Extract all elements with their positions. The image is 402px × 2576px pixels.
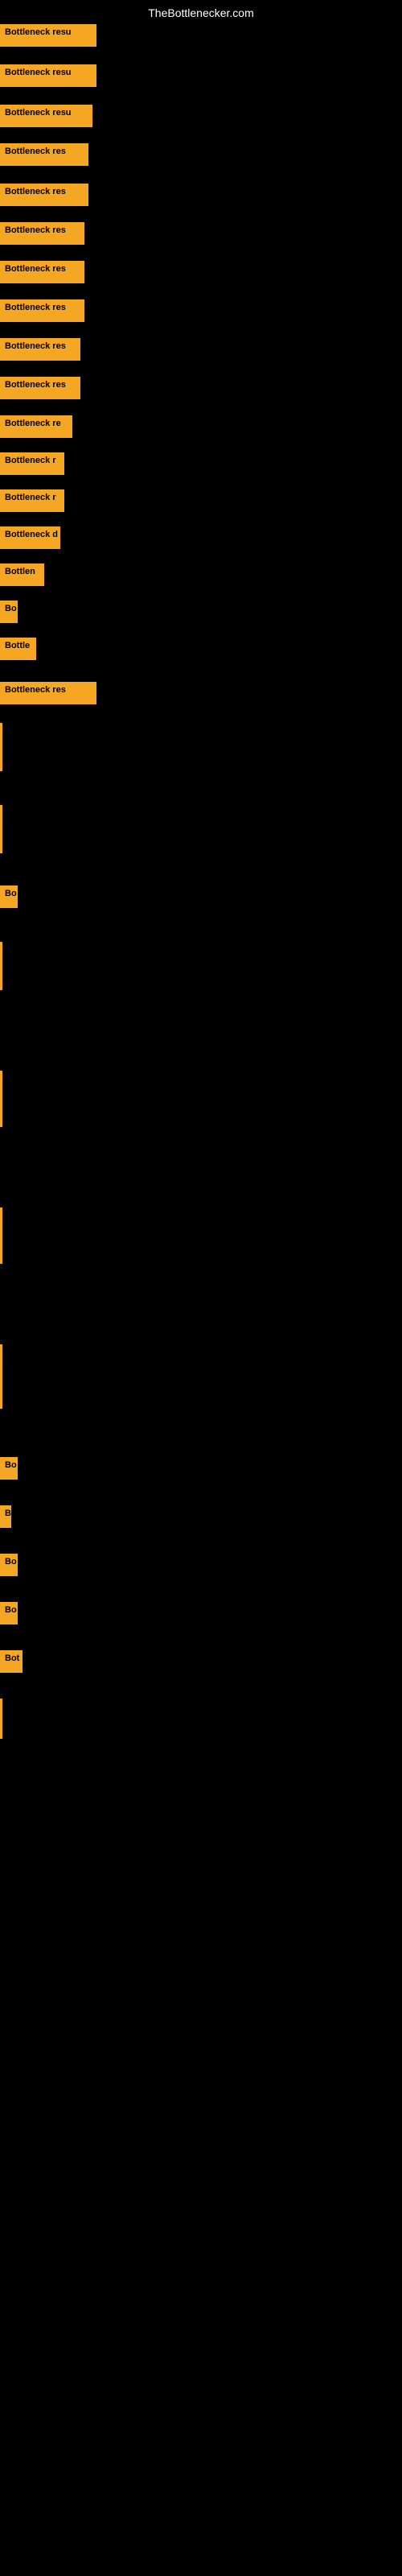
bottleneck-item-15[interactable]: Bottlen xyxy=(0,564,44,586)
bottleneck-item-28[interactable]: Bo xyxy=(0,1554,18,1576)
bottleneck-item-18[interactable]: Bottleneck res xyxy=(0,682,96,704)
bottleneck-item-24[interactable] xyxy=(0,1208,2,1264)
bottleneck-item-19[interactable] xyxy=(0,723,2,771)
bottleneck-item-17[interactable]: Bottle xyxy=(0,638,36,660)
bottleneck-item-7[interactable]: Bottleneck res xyxy=(0,261,84,283)
bottleneck-item-22[interactable] xyxy=(0,942,2,990)
bottleneck-item-9[interactable]: Bottleneck res xyxy=(0,338,80,361)
bottleneck-item-20[interactable] xyxy=(0,805,2,853)
bottleneck-item-11[interactable]: Bottleneck re xyxy=(0,415,72,438)
site-title: TheBottlenecker.com xyxy=(148,6,254,19)
bottleneck-item-8[interactable]: Bottleneck res xyxy=(0,299,84,322)
bottleneck-item-27[interactable]: B xyxy=(0,1505,11,1528)
bottleneck-item-21[interactable]: Bo xyxy=(0,886,18,908)
bottleneck-item-25[interactable] xyxy=(0,1344,2,1409)
bottleneck-item-4[interactable]: Bottleneck res xyxy=(0,143,88,166)
bottleneck-item-13[interactable]: Bottleneck r xyxy=(0,489,64,512)
bottleneck-item-10[interactable]: Bottleneck res xyxy=(0,377,80,399)
bottleneck-item-14[interactable]: Bottleneck d xyxy=(0,526,60,549)
bottleneck-item-29[interactable]: Bo xyxy=(0,1602,18,1624)
bottleneck-item-16[interactable]: Bo xyxy=(0,601,18,623)
bottleneck-item-30[interactable]: Bot xyxy=(0,1650,23,1673)
bottleneck-item-1[interactable]: Bottleneck resu xyxy=(0,24,96,47)
bottleneck-item-12[interactable]: Bottleneck r xyxy=(0,452,64,475)
bottleneck-item-6[interactable]: Bottleneck res xyxy=(0,222,84,245)
bottleneck-item-26[interactable]: Bo xyxy=(0,1457,18,1480)
bottleneck-item-5[interactable]: Bottleneck res xyxy=(0,184,88,206)
bottleneck-item-2[interactable]: Bottleneck resu xyxy=(0,64,96,87)
bottleneck-item-23[interactable] xyxy=(0,1071,2,1127)
bottleneck-item-3[interactable]: Bottleneck resu xyxy=(0,105,92,127)
bottleneck-item-31[interactable] xyxy=(0,1699,2,1739)
